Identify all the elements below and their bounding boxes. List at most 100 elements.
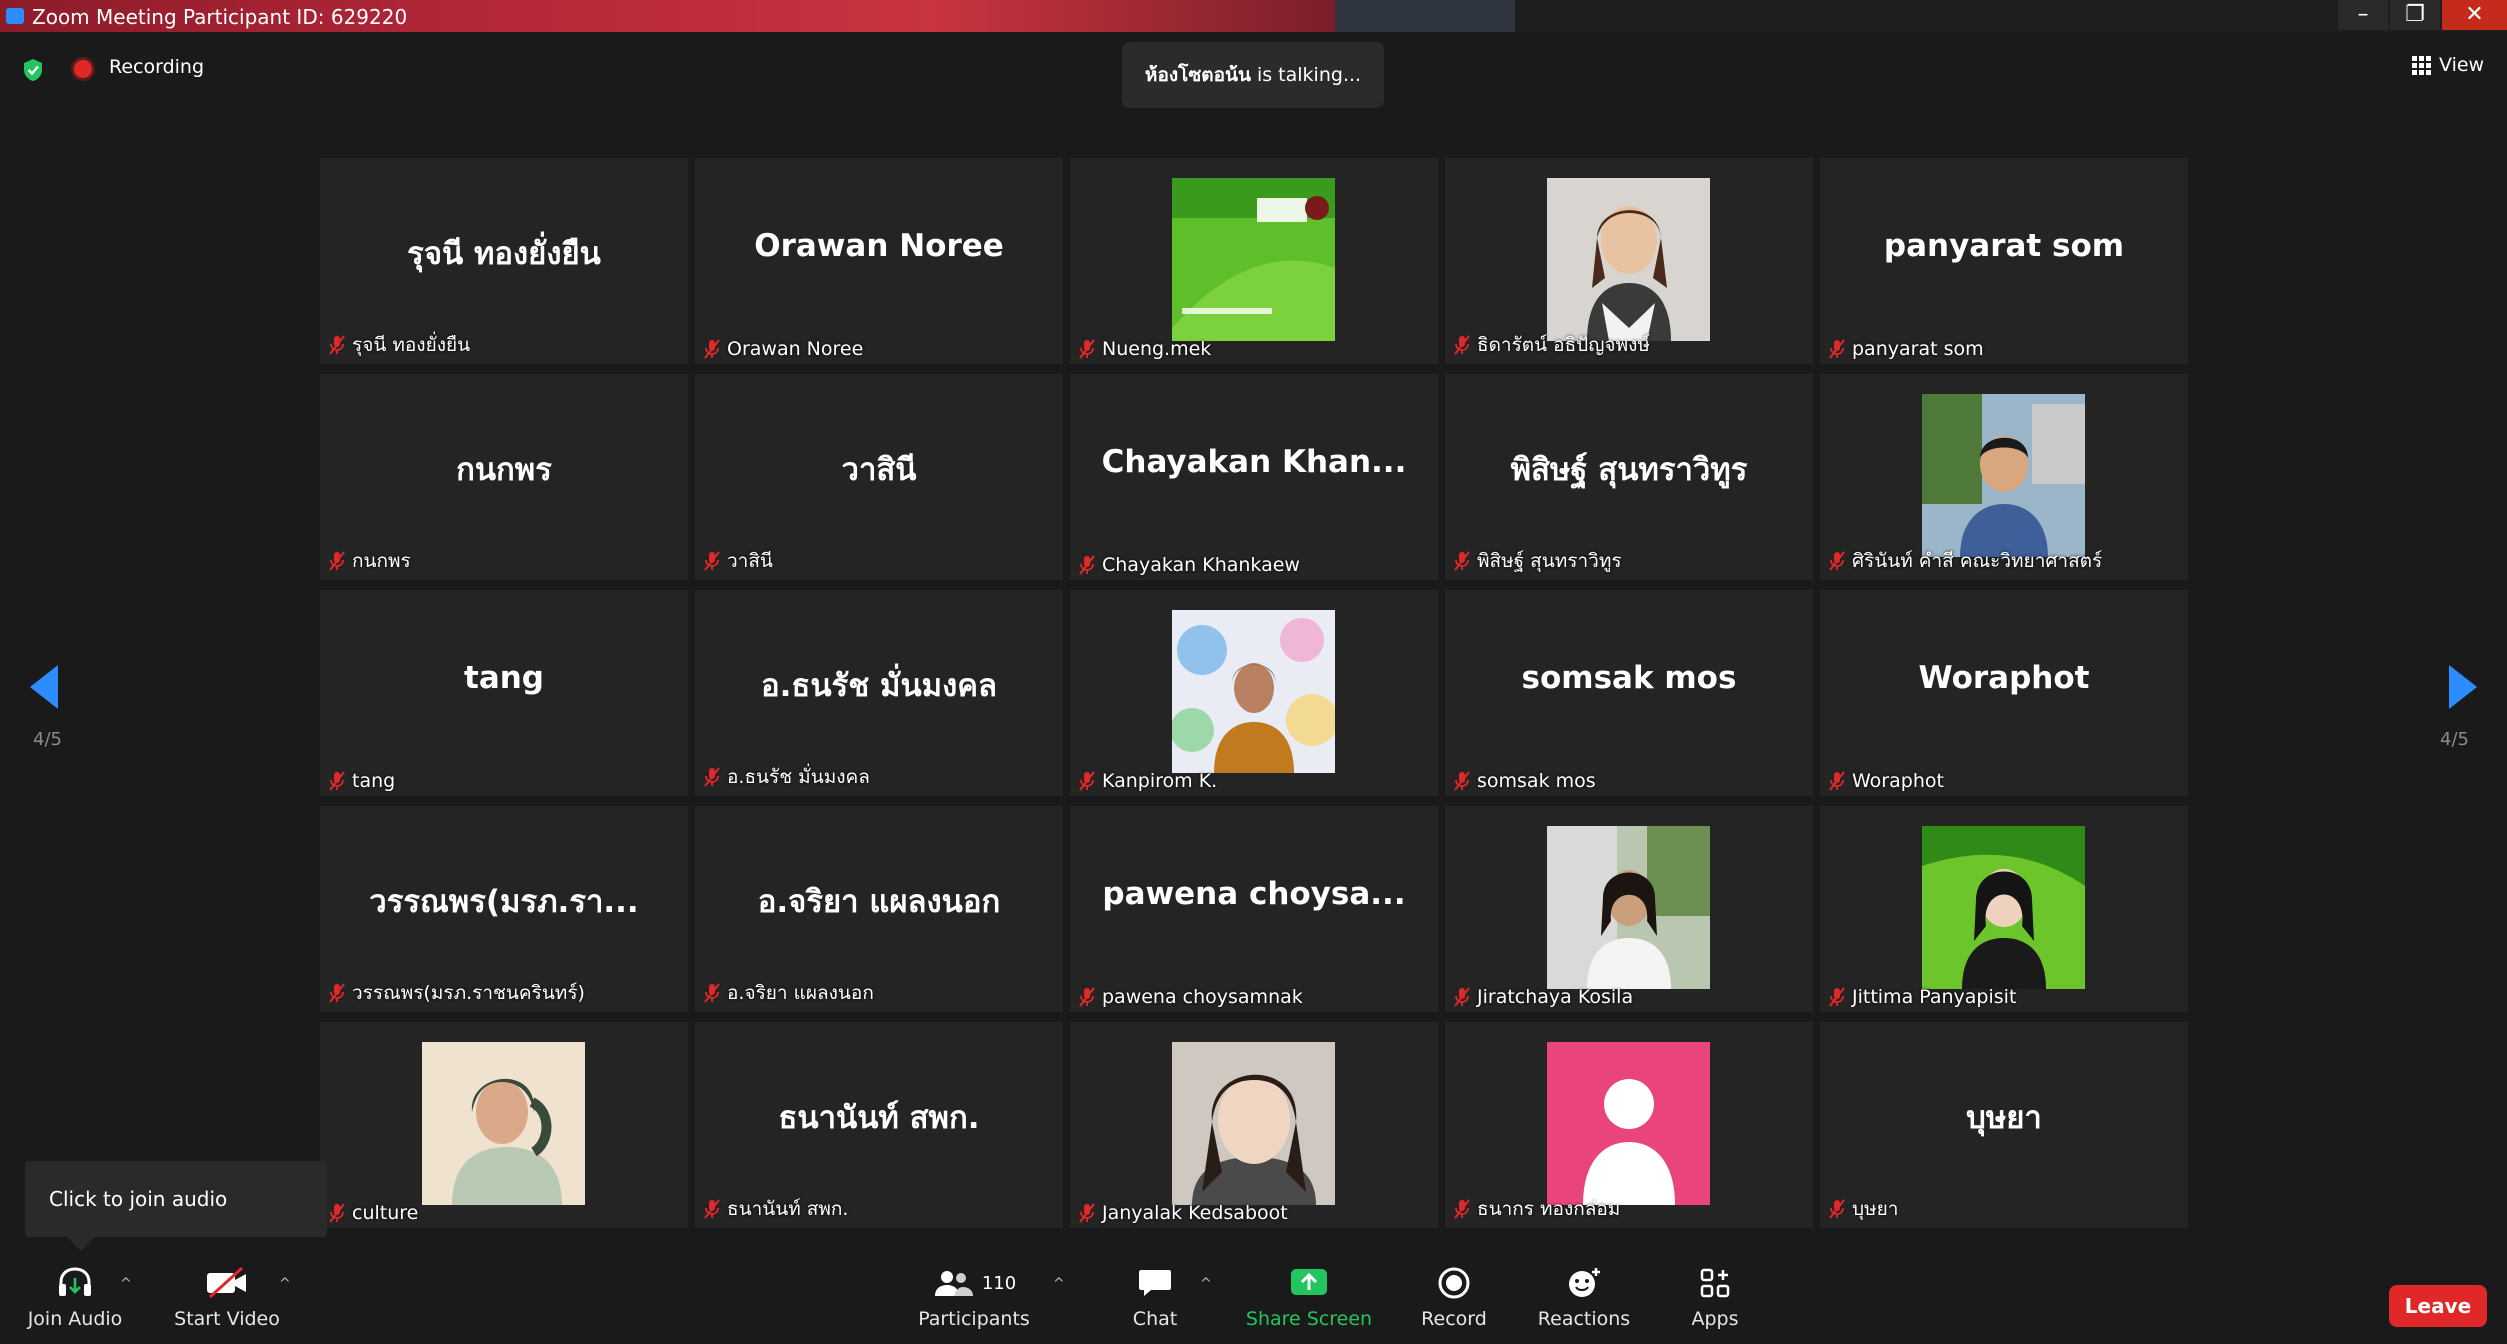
participant-name: รุจนี ทองยั่งยืน (352, 334, 471, 356)
chat-button[interactable]: Chat (1120, 1258, 1190, 1330)
participants-label: Participants (918, 1308, 1030, 1330)
participant-tile-16[interactable]: วรรณพร(มรภ.รา... วรรณพร(มรภ.ราชนครินทร์) (320, 806, 688, 1012)
participants-button[interactable]: 110 Participants (912, 1258, 1036, 1330)
participant-name: Janyalak Kedsaboot (1102, 1202, 1288, 1224)
participant-tile-25[interactable]: บุษยา บุษยา (1820, 1022, 2188, 1228)
previous-page-arrow-icon[interactable] (30, 665, 58, 709)
muted-mic-icon (704, 339, 720, 359)
participant-tile-6[interactable]: กนกพร กนกพร (320, 374, 688, 580)
participant-name: Nueng.mek (1102, 338, 1212, 360)
participant-tile-23[interactable]: Janyalak Kedsaboot (1070, 1022, 1438, 1228)
participant-tile-22[interactable]: ธนานันท์ สพก. ธนานันท์ สพก. (695, 1022, 1063, 1228)
participant-tile-2[interactable]: Orawan Noree Orawan Noree (695, 158, 1063, 364)
start-video-label: Start Video (174, 1308, 280, 1330)
participant-tile-9[interactable]: พิสิษฐ์ สุนทราวิทูร พิสิษฐ์ สุนทราวิทูร (1445, 374, 1813, 580)
participant-display-name: Woraphot (1918, 660, 2090, 696)
muted-mic-icon (1079, 1203, 1095, 1223)
participant-name-bar: culture (328, 1202, 418, 1224)
shield-icon[interactable] (22, 58, 44, 82)
muted-mic-icon (1829, 339, 1845, 359)
participant-name: Orawan Noree (727, 338, 864, 360)
participant-tile-24[interactable]: ธนากร ทองกล่อม (1445, 1022, 1813, 1228)
participant-display-name: วรรณพร(มรภ.รา... (369, 884, 639, 920)
participant-display-name: panyarat som (1883, 228, 2125, 264)
join-audio-button[interactable]: Join Audio (20, 1258, 130, 1330)
reactions-icon (1569, 1268, 1600, 1297)
participant-name-bar: รุจนี ทองยั่งยืน (328, 330, 470, 360)
muted-mic-icon (1454, 771, 1470, 791)
participant-name: ธนานันท์ สพก. (727, 1198, 849, 1220)
participant-name-bar: Jittima Panyapisit (1828, 986, 2016, 1008)
participant-name-bar: อ.จริยา แผลงนอก (703, 978, 874, 1008)
maximize-button[interactable]: ❐ (2390, 0, 2440, 30)
apps-button[interactable]: Apps (1680, 1258, 1750, 1330)
view-button[interactable]: View (2412, 54, 2484, 76)
participant-name-bar: Jiratchaya Kosila (1453, 986, 1633, 1008)
start-video-button[interactable]: Start Video (170, 1258, 284, 1330)
participant-tile-5[interactable]: panyarat som panyarat som (1820, 158, 2188, 364)
share-screen-button[interactable]: Share Screen (1242, 1258, 1376, 1330)
muted-mic-icon (329, 1203, 345, 1223)
participant-tile-19[interactable]: Jiratchaya Kosila (1445, 806, 1813, 1012)
leave-button[interactable]: Leave (2389, 1285, 2487, 1327)
participant-tile-13[interactable]: Kanpirom K. (1070, 590, 1438, 796)
participant-name: Woraphot (1852, 770, 1944, 792)
muted-mic-icon (1454, 1199, 1470, 1219)
muted-mic-icon (1829, 1199, 1845, 1219)
muted-mic-icon (1079, 987, 1095, 1007)
join-audio-label: Join Audio (27, 1308, 123, 1330)
participant-tile-3[interactable]: Nueng.mek (1070, 158, 1438, 364)
talking-suffix: is talking... (1256, 64, 1362, 86)
participant-tile-17[interactable]: อ.จริยา แผลงนอก อ.จริยา แผลงนอก (695, 806, 1063, 1012)
video-options-chevron-icon[interactable]: ^ (279, 1276, 291, 1292)
muted-mic-icon (1079, 555, 1095, 575)
participant-tile-12[interactable]: อ.ธนรัช มั่นมงคล อ.ธนรัช มั่นมงคล (695, 590, 1063, 796)
chat-options-chevron-icon[interactable]: ^ (1200, 1276, 1212, 1292)
painting-photo (422, 1042, 585, 1205)
talking-name: ห้องโซตอน้น (1144, 64, 1251, 86)
participant-tile-18[interactable]: pawena choysa... pawena choysamnak (1070, 806, 1438, 1012)
participant-tile-11[interactable]: tang tang (320, 590, 688, 796)
next-page-arrow-icon[interactable] (2449, 665, 2477, 709)
close-button[interactable]: ✕ (2442, 0, 2507, 30)
participant-name: tang (352, 770, 396, 792)
participant-tile-21[interactable]: culture (320, 1022, 688, 1228)
participant-name: อ.ธนรัช มั่นมงคล (727, 766, 870, 788)
participant-tile-15[interactable]: Woraphot Woraphot (1820, 590, 2188, 796)
record-button[interactable]: Record (1414, 1258, 1494, 1330)
grid-icon (2412, 55, 2431, 75)
participant-tile-10[interactable]: ศิรินันท์ คำสี คณะวิทยาศาสตร์ (1820, 374, 2188, 580)
participant-tile-4[interactable]: ธิดารัตน์ อธิปัญจพงษ์ (1445, 158, 1813, 364)
record-label: Record (1421, 1308, 1487, 1330)
participant-name: วรรณพร(มรภ.ราชนครินทร์) (352, 982, 585, 1004)
participant-name-bar: ศิรินันท์ คำสี คณะวิทยาศาสตร์ (1828, 546, 2102, 576)
chat-label: Chat (1132, 1308, 1178, 1330)
minimize-button[interactable]: – (2338, 0, 2388, 30)
apps-icon (1700, 1268, 1730, 1298)
participant-name: Chayakan Khankaew (1102, 554, 1300, 576)
participant-name: Kanpirom K. (1102, 770, 1218, 792)
participant-tile-20[interactable]: Jittima Panyapisit (1820, 806, 2188, 1012)
participant-tile-8[interactable]: Chayakan Khan... Chayakan Khankaew (1070, 374, 1438, 580)
participant-name: Jiratchaya Kosila (1477, 986, 1634, 1008)
woman-green-photo (1922, 826, 2085, 989)
meeting-toolbar: Join Audio ^ Start Video ^ 110 Participa… (0, 1250, 2507, 1344)
audio-options-chevron-icon[interactable]: ^ (120, 1276, 132, 1292)
join-audio-tooltip[interactable]: Click to join audio (25, 1161, 327, 1251)
muted-mic-icon (329, 551, 345, 571)
participant-name: Jittima Panyapisit (1852, 986, 2017, 1008)
record-icon (1438, 1267, 1470, 1299)
participant-name-bar: วรรณพร(มรภ.ราชนครินทร์) (328, 978, 585, 1008)
headphones-icon (59, 1267, 91, 1296)
reactions-button[interactable]: Reactions (1534, 1258, 1634, 1330)
chat-icon (1139, 1270, 1171, 1296)
participant-name: culture (352, 1202, 419, 1224)
participant-tile-14[interactable]: somsak mos somsak mos (1445, 590, 1813, 796)
participant-display-name: รุจนี ทองยั่งยืน (407, 236, 601, 272)
participants-options-chevron-icon[interactable]: ^ (1053, 1276, 1065, 1292)
participant-tile-1[interactable]: รุจนี ทองยั่งยืน รุจนี ทองยั่งยืน (320, 158, 688, 364)
participant-display-name: ธนานันท์ สพก. (778, 1100, 980, 1136)
active-speaker-banner: ห้องโซตอน้น is talking... (1122, 42, 1384, 108)
muted-mic-icon (704, 983, 720, 1003)
participant-tile-7[interactable]: วาสินี วาสินี (695, 374, 1063, 580)
